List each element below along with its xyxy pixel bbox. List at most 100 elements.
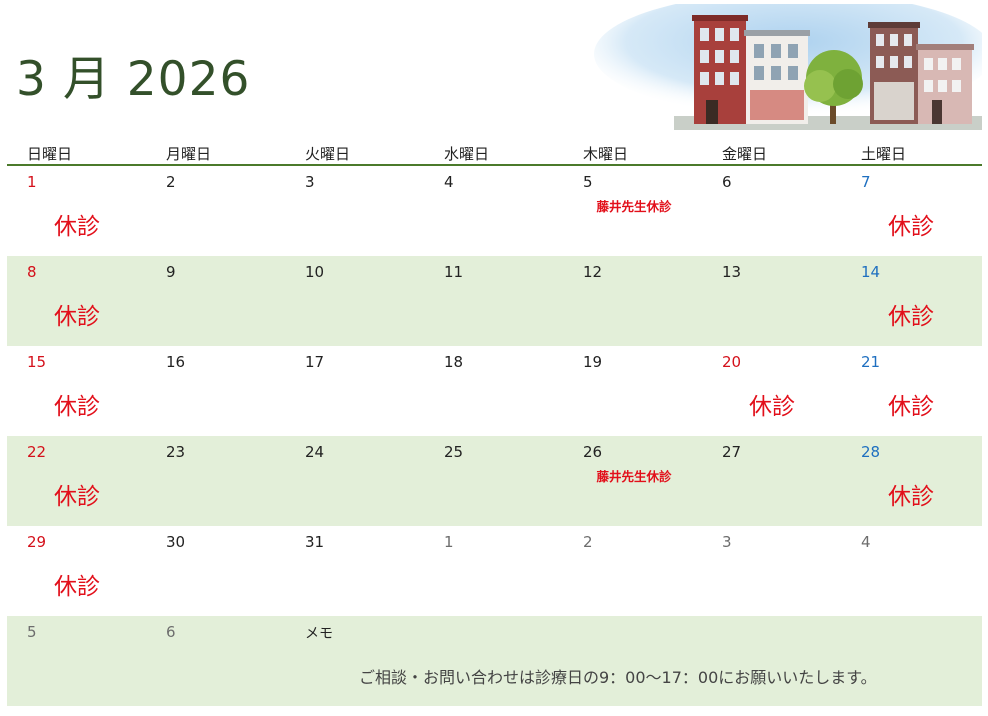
day-number: 13	[722, 263, 742, 281]
day-number: 2	[166, 173, 176, 191]
day-number: 25	[444, 443, 464, 461]
day-number: 6	[166, 623, 176, 641]
day-number: 23	[166, 443, 186, 461]
day-cell: 16	[146, 346, 285, 436]
memo-label: メモ	[305, 626, 333, 642]
weekday-header: 日曜日 月曜日 火曜日 水曜日 木曜日 金曜日 土曜日	[7, 140, 982, 166]
day-cell: 4	[841, 526, 980, 616]
day-number: 19	[583, 353, 603, 371]
calendar-week-row: 29 休診 30 31 1 2 3 4	[7, 526, 982, 616]
day-cell: 28 休診	[841, 436, 980, 526]
weekday-saturday: 土曜日	[861, 145, 907, 163]
day-number: 22	[27, 443, 47, 461]
day-number: 20	[722, 353, 742, 371]
day-cell: 24	[285, 436, 424, 526]
closed-label: 休診	[54, 484, 100, 510]
day-number: 6	[722, 173, 732, 191]
weekday-tuesday: 火曜日	[305, 145, 351, 163]
calendar-week-row: 1 休診 2 3 4 5 藤井先生休診 6 7 休診	[7, 166, 982, 256]
day-number: 7	[861, 173, 871, 191]
day-cell: 7 休診	[841, 166, 980, 256]
day-cell: 6	[702, 166, 841, 256]
day-number: 11	[444, 263, 464, 281]
day-cell: 19	[563, 346, 702, 436]
day-cell: 27	[702, 436, 841, 526]
day-number: 12	[583, 263, 603, 281]
day-number: 3	[305, 173, 315, 191]
day-cell: 5	[7, 616, 146, 706]
day-number: 15	[27, 353, 47, 371]
townhouse-street-illustration	[594, 4, 982, 130]
day-number: 3	[722, 533, 732, 551]
day-cell: 20 休診	[702, 346, 841, 436]
day-number: 4	[861, 533, 871, 551]
day-cell: 22 休診	[7, 436, 146, 526]
day-cell: 31	[285, 526, 424, 616]
day-number: 28	[861, 443, 881, 461]
day-cell: 26 藤井先生休診	[563, 436, 702, 526]
day-number: 29	[27, 533, 47, 551]
day-cell: 29 休診	[7, 526, 146, 616]
day-number: 1	[444, 533, 454, 551]
day-number: 16	[166, 353, 186, 371]
day-cell: 11	[424, 256, 563, 346]
doctor-absence-note: 藤井先生休診	[596, 199, 672, 214]
day-cell: 17	[285, 346, 424, 436]
day-cell: 13	[702, 256, 841, 346]
day-cell: 4	[424, 166, 563, 256]
day-cell: 1	[424, 526, 563, 616]
weekday-sunday: 日曜日	[27, 145, 73, 163]
calendar-week-row: 15 休診 16 17 18 19 20 休診 21 休診	[7, 346, 982, 436]
calendar-week-row: 8 休診 9 10 11 12 13 14 休診	[7, 256, 982, 346]
day-cell: 30	[146, 526, 285, 616]
day-cell: 18	[424, 346, 563, 436]
closed-label: 休診	[888, 304, 934, 330]
day-cell: 14 休診	[841, 256, 980, 346]
day-number: 14	[861, 263, 881, 281]
day-number: 26	[583, 443, 603, 461]
day-number: 18	[444, 353, 464, 371]
day-cell: 12	[563, 256, 702, 346]
doctor-absence-note: 藤井先生休診	[596, 469, 672, 484]
day-number: 30	[166, 533, 186, 551]
memo-text: ご相談・お問い合わせは診療日の9：00～17：00にお願いいたします。	[359, 668, 877, 687]
day-cell: 9	[146, 256, 285, 346]
day-number: 24	[305, 443, 325, 461]
day-cell: 8 休診	[7, 256, 146, 346]
day-cell: 1 休診	[7, 166, 146, 256]
day-number: 4	[444, 173, 454, 191]
closed-label: 休診	[54, 214, 100, 240]
closed-label: 休診	[888, 394, 934, 420]
weekday-monday: 月曜日	[166, 145, 212, 163]
closed-label: 休診	[54, 394, 100, 420]
day-number: 17	[305, 353, 325, 371]
closed-label: 休診	[888, 484, 934, 510]
weekday-friday: 金曜日	[722, 145, 768, 163]
closed-label: 休診	[54, 574, 100, 600]
day-cell: 6	[146, 616, 285, 706]
calendar-memo-row: 5 6 メモ ご相談・お問い合わせは診療日の9：00～17：00にお願いいたしま…	[7, 616, 982, 706]
closed-label: 休診	[54, 304, 100, 330]
day-number: 5	[583, 173, 593, 191]
day-number: 9	[166, 263, 176, 281]
calendar-week-row: 22 休診 23 24 25 26 藤井先生休診 27 28 休診	[7, 436, 982, 526]
day-cell: 3	[285, 166, 424, 256]
day-cell: 2	[563, 526, 702, 616]
day-number: 5	[27, 623, 37, 641]
day-cell: 23	[146, 436, 285, 526]
day-cell: 2	[146, 166, 285, 256]
day-number: 31	[305, 533, 325, 551]
closed-label: 休診	[888, 214, 934, 240]
day-cell: 21 休診	[841, 346, 980, 436]
day-cell: 15 休診	[7, 346, 146, 436]
day-number: 1	[27, 173, 37, 191]
day-number: 27	[722, 443, 742, 461]
day-number: 2	[583, 533, 593, 551]
day-cell: 25	[424, 436, 563, 526]
weekday-thursday: 木曜日	[583, 145, 629, 163]
day-number: 10	[305, 263, 325, 281]
day-number: 21	[861, 353, 881, 371]
closed-label: 休診	[749, 394, 795, 420]
day-number: 8	[27, 263, 37, 281]
month-title: 3 月 2026	[16, 52, 251, 107]
